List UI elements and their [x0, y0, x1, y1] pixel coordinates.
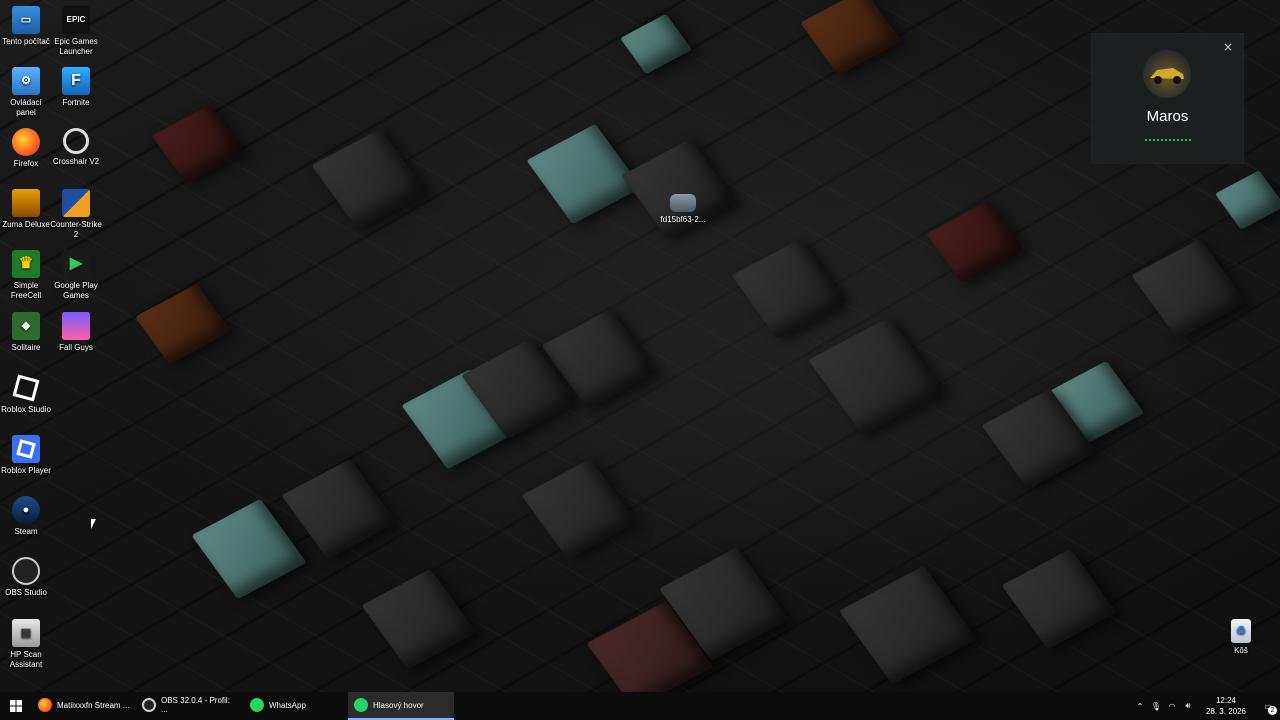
chevron-up-icon[interactable]: ⌃: [1132, 702, 1148, 711]
zuma-icon: [12, 189, 40, 217]
control-panel-icon: ⚙: [12, 67, 40, 95]
clock[interactable]: 12:24 28. 3. 2026: [1206, 695, 1246, 717]
desktop-icon-roblox-studio[interactable]: Roblox Studio: [0, 374, 52, 415]
desktop-icon-crosshair[interactable]: Crosshair V2: [50, 128, 102, 167]
desktop[interactable]: ▭ Tento počítač EPIC Epic Games Launcher…: [0, 0, 1280, 720]
recycle-bin-icon: ♻: [1231, 619, 1251, 643]
desktop-icon-control-panel[interactable]: ⚙ Ovládací panel: [0, 67, 52, 118]
image-file-icon: [670, 194, 696, 212]
microphone-icon[interactable]: 🎙︎: [1148, 702, 1164, 711]
calling-progress-indicator: [1145, 139, 1191, 141]
desktop-icon-counter-strike[interactable]: Counter-Strike 2: [50, 189, 102, 240]
desktop-icon-zuma[interactable]: Zuma Deluxe: [0, 189, 52, 230]
fall-guys-icon: [62, 312, 90, 340]
counter-strike-icon: [62, 189, 90, 217]
mouse-cursor: [91, 519, 96, 529]
taskbar-item-whatsapp[interactable]: WhatsApp: [244, 692, 348, 720]
computer-icon: ▭: [12, 6, 40, 34]
whatsapp-icon: [250, 698, 264, 712]
obs-icon: [12, 557, 40, 585]
steam-icon: ●: [12, 496, 40, 524]
desktop-icon-fall-guys[interactable]: Fall Guys: [50, 312, 102, 353]
hp-scan-icon: ▤: [12, 619, 40, 647]
windows-icon: [10, 700, 22, 712]
desktop-icon-roblox-player[interactable]: Roblox Player: [0, 435, 52, 476]
roblox-studio-icon: [12, 374, 40, 402]
desktop-icon-hp-scan[interactable]: ▤ HP Scan Assistant: [0, 619, 52, 670]
desktop-icon-this-pc[interactable]: ▭ Tento počítač: [0, 6, 52, 47]
roblox-player-icon: [12, 435, 40, 463]
google-play-games-icon: ▶: [62, 250, 90, 278]
taskbar-item-obs[interactable]: OBS 32.0.4 - Profil: ...: [136, 692, 244, 720]
firefox-icon: [38, 698, 52, 712]
crosshair-icon: [63, 128, 89, 154]
desktop-icon-image-file[interactable]: fd15bf63-2...: [657, 194, 709, 225]
desktop-icon-solitaire[interactable]: ◆ Solitaire: [0, 312, 52, 353]
firefox-icon: [12, 128, 40, 156]
desktop-icon-recycle-bin[interactable]: ♻ Kôš: [1215, 619, 1267, 656]
desktop-icon-freecell[interactable]: ♛ Simple FreeCell: [0, 250, 52, 301]
freecell-icon: ♛: [12, 250, 40, 278]
whatsapp-icon: [354, 698, 368, 712]
start-button[interactable]: [0, 692, 32, 720]
fortnite-icon: F: [62, 67, 90, 95]
caller-name: Maros: [1146, 108, 1189, 125]
desktop-icon-obs[interactable]: OBS Studio: [0, 557, 52, 598]
action-center-button[interactable]: ▭ 2: [1256, 692, 1280, 720]
obs-icon: [142, 698, 156, 712]
taskbar-item-voice-call[interactable]: Hlasový hovor: [348, 692, 454, 720]
network-icon[interactable]: ◠: [1164, 702, 1180, 711]
system-tray: ⌃ 🎙︎ ◠ 🔊︎ 12:24 28. 3. 2026 ▭ 2: [1132, 692, 1280, 720]
volume-icon[interactable]: 🔊︎: [1180, 701, 1196, 711]
date: 28. 3. 2026: [1205, 707, 1246, 716]
taskbar-item-firefox[interactable]: Matiixxxfn Stream ...: [32, 692, 136, 720]
car-icon: [1150, 68, 1184, 84]
desktop-icon-epic-games[interactable]: EPIC Epic Games Launcher: [50, 6, 102, 57]
desktop-icon-steam[interactable]: ● Steam: [0, 496, 52, 537]
solitaire-icon: ◆: [12, 312, 40, 340]
desktop-icon-firefox[interactable]: Firefox: [0, 128, 52, 169]
avatar: [1143, 50, 1191, 98]
close-icon[interactable]: ×: [1223, 40, 1233, 54]
desktop-icon-fortnite[interactable]: F Fortnite: [50, 67, 102, 108]
taskbar: Matiixxxfn Stream ... OBS 32.0.4 - Profi…: [0, 692, 1280, 720]
desktop-icon-google-play-games[interactable]: ▶ Google Play Games: [50, 250, 102, 301]
time: 12:24: [1215, 696, 1236, 705]
epic-games-icon: EPIC: [62, 6, 90, 34]
notification-count-badge: 2: [1268, 706, 1277, 715]
call-notification[interactable]: × Maros: [1091, 33, 1244, 164]
